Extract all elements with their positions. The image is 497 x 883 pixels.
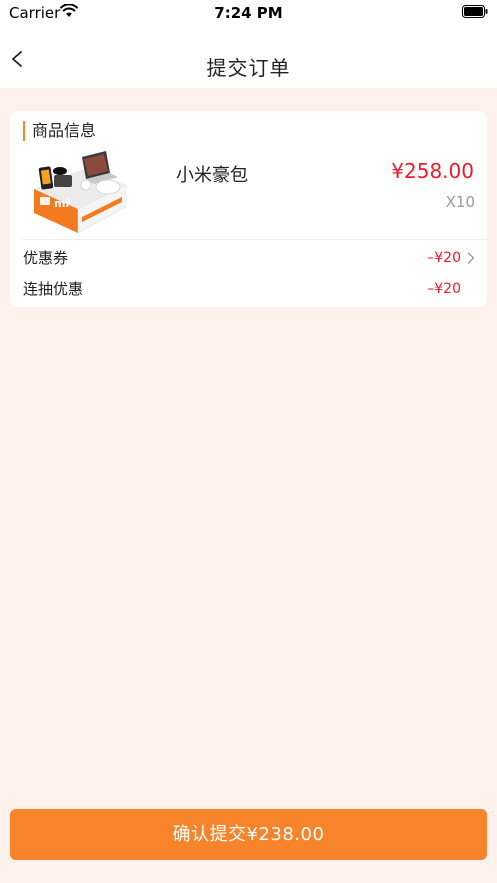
nav-bar: 提交订单 [0,28,497,88]
multi-draw-discount-row: 连抽优惠 –¥20 [23,277,475,301]
page-title: 提交订单 [206,56,291,80]
chevron-right-icon [467,252,475,264]
coupon-row[interactable]: 优惠券 –¥20 [23,246,475,270]
order-card: 商品信息 mi 小米豪包 ¥258.00 X10 优惠券 –¥20 连抽优惠 –… [10,111,487,307]
coupon-value: –¥20 [427,250,461,266]
coupon-label: 优惠券 [23,249,69,267]
product-price: ¥258.00 [391,159,474,183]
product-quantity: X10 [445,193,475,211]
svg-text:mi: mi [54,197,69,210]
battery-icon [462,5,488,18]
multi-draw-discount-label: 连抽优惠 [23,280,84,298]
clock: 7:24 PM [214,4,283,22]
status-bar: Carrier 7:24 PM [0,0,497,28]
divider [23,239,487,240]
product-image: mi [34,151,127,234]
product-name: 小米豪包 [176,165,248,186]
submit-order-button[interactable]: 确认提交¥238.00 [10,809,487,860]
multi-draw-discount-value: –¥20 [427,281,461,297]
section-title: 商品信息 [23,121,96,141]
